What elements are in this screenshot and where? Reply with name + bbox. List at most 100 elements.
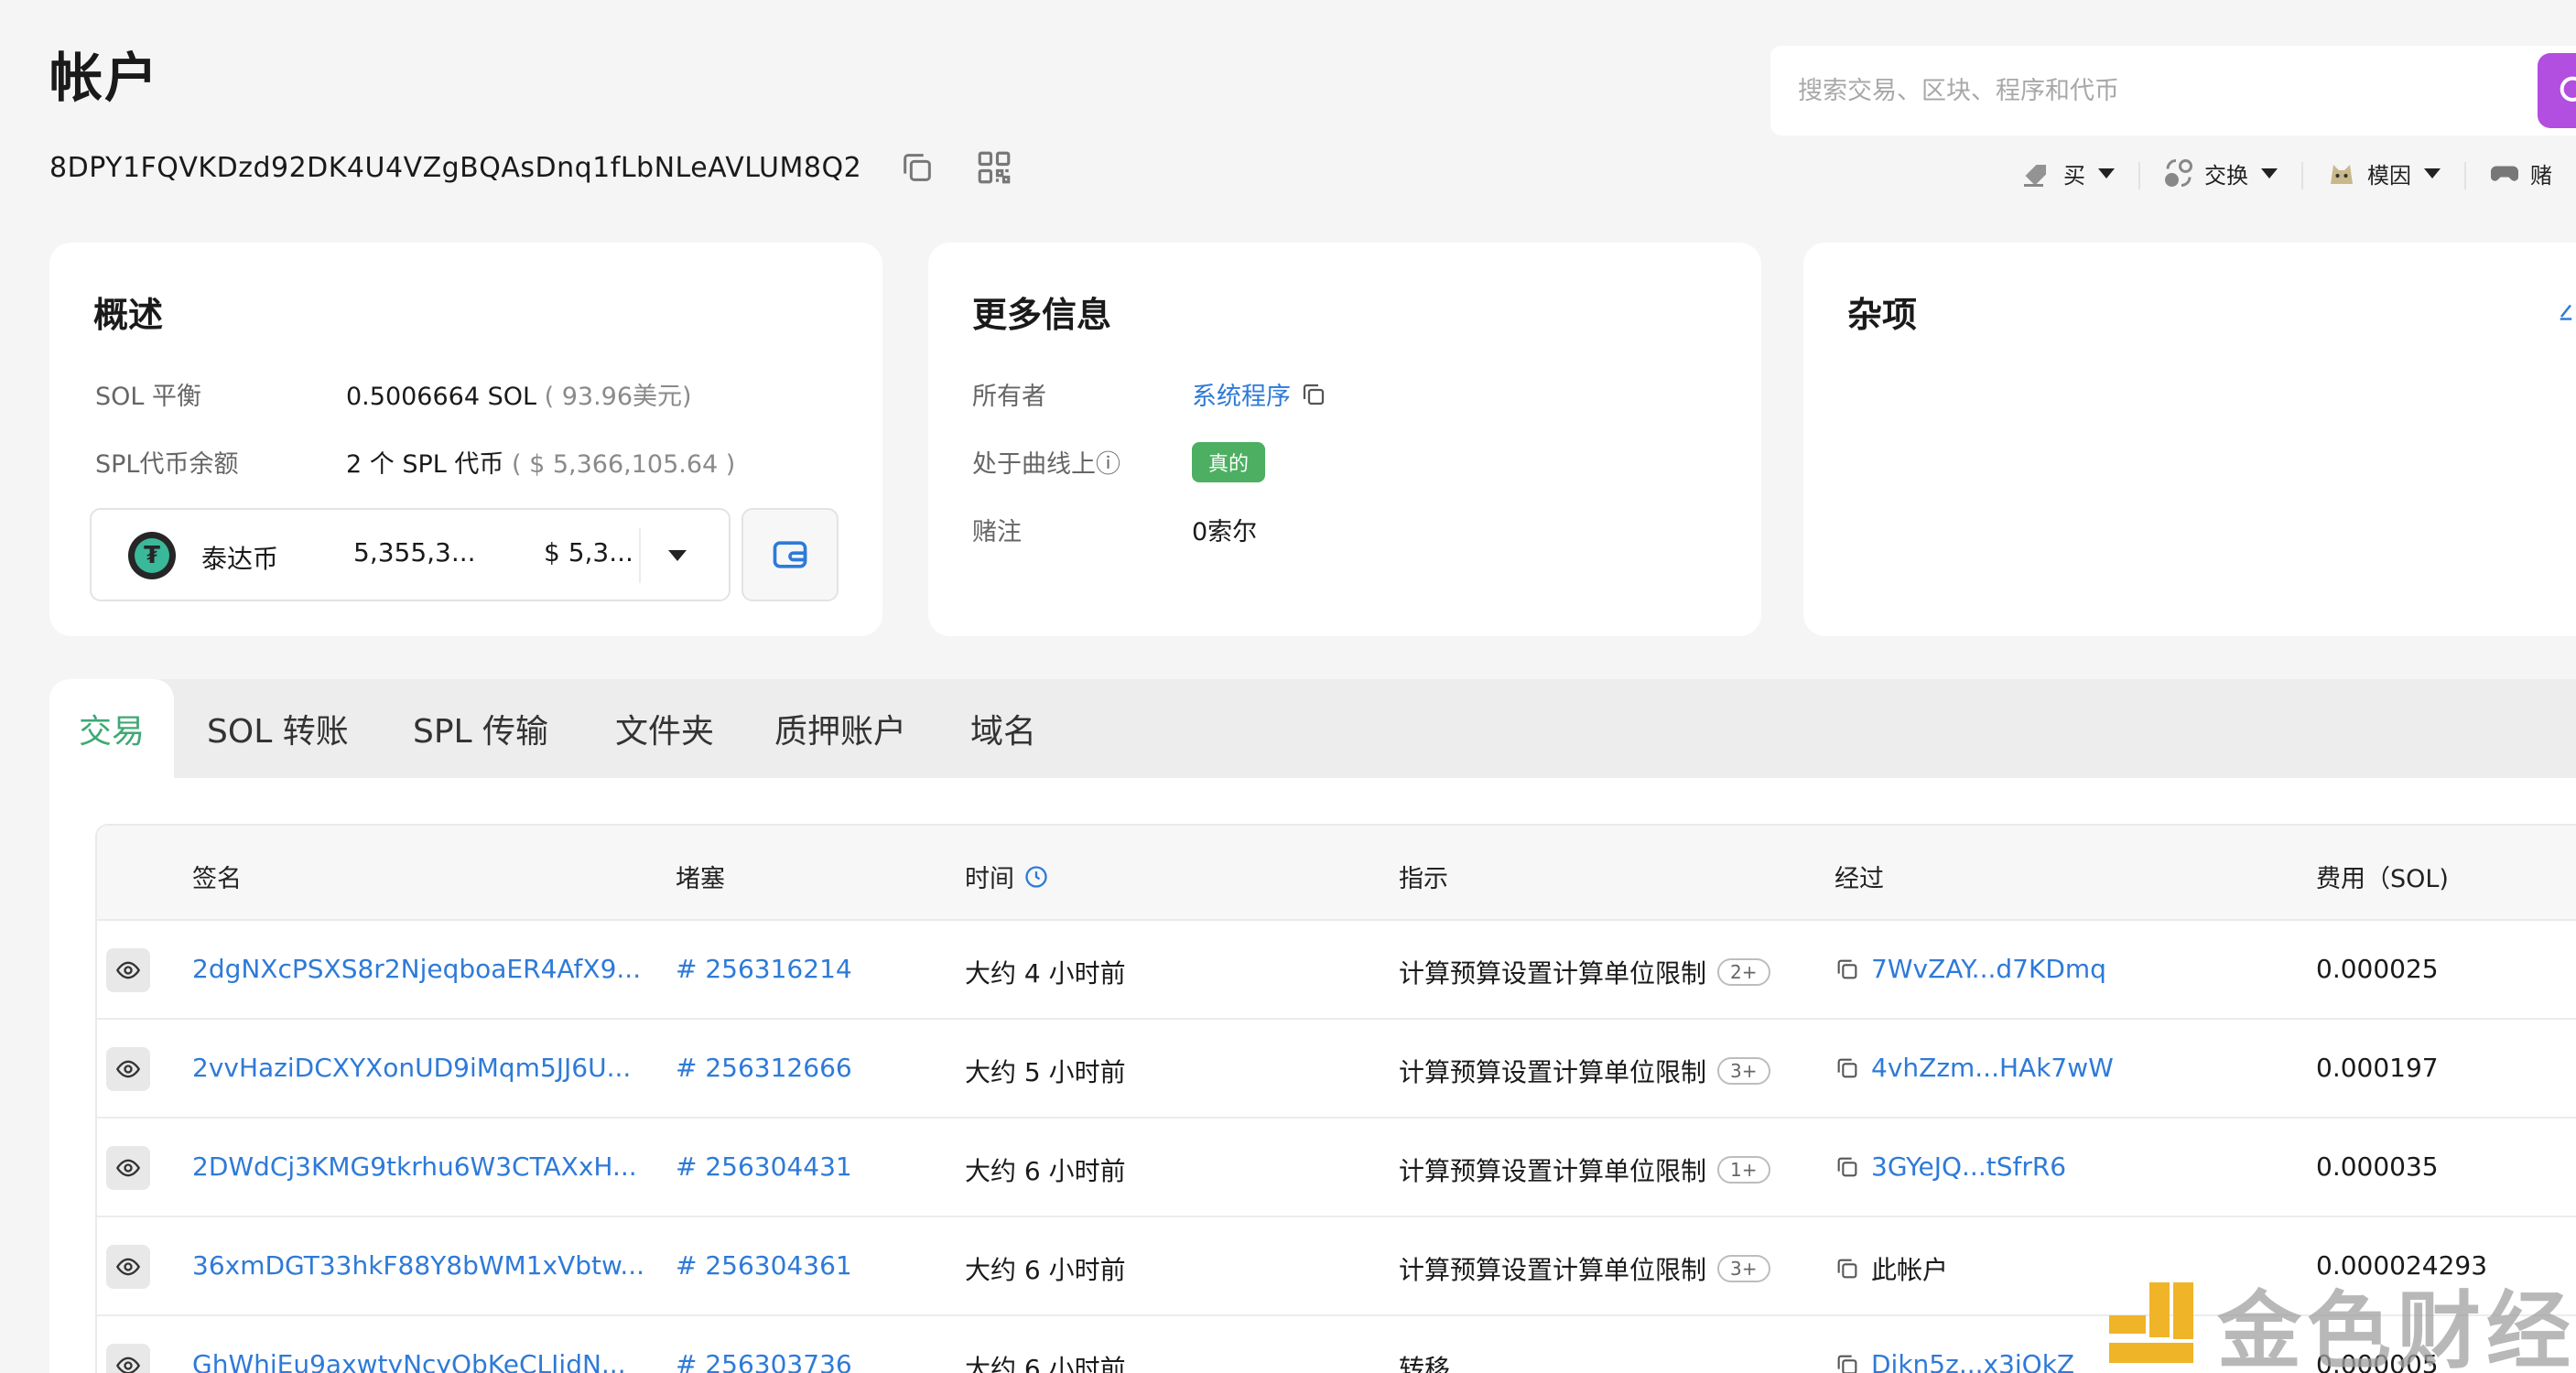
view-details-button[interactable]: [106, 1245, 150, 1289]
sol-balance-value: 0.5006664 SOL ( 93.96美元): [346, 376, 692, 412]
instruction-label: 计算预算设置计算单位限制: [1399, 958, 1707, 989]
nav-buy[interactable]: 买: [2021, 157, 2138, 189]
nav-meme-label: 模因: [2367, 162, 2411, 189]
signature-link[interactable]: 2dgNXcPSXS8r2NjeqboaER4AfX9...: [192, 954, 641, 984]
copy-icon[interactable]: [1835, 1154, 1860, 1180]
tab-stake-accounts[interactable]: 质押账户: [774, 679, 906, 778]
copy-icon[interactable]: [1835, 1256, 1860, 1281]
block-link[interactable]: # 256316214: [676, 954, 852, 984]
edit-icon[interactable]: [2556, 294, 2576, 325]
table-row: 2DWdCj3KMG9tkrhu6W3CTAXxH... # 256304431 大…: [97, 1119, 2576, 1217]
view-details-button[interactable]: [106, 1146, 150, 1190]
header-fee: 费用（SOL): [2316, 865, 2449, 893]
qr-code-icon[interactable]: [973, 146, 1015, 189]
eye-icon: [115, 1254, 141, 1280]
misc-card: 杂项: [1803, 243, 2576, 636]
overview-card: 概述 SOL 平衡 0.5006664 SOL ( 93.96美元) SPL代币…: [49, 243, 882, 636]
time-cell: 大约 6 小时前: [965, 1156, 1126, 1186]
spl-balance-amount: 2 个 SPL 代币: [346, 450, 504, 479]
signature-link[interactable]: GhWhjEu9axwtyNcyQbKeCLJjdN...: [192, 1349, 626, 1373]
by-account[interactable]: 7WvZAY...d7KDmq: [1871, 954, 2106, 984]
wallet-button[interactable]: [741, 508, 839, 601]
time-cell: 大约 5 小时前: [965, 1057, 1126, 1087]
tether-logo-icon: ₮: [128, 532, 176, 579]
copy-icon[interactable]: [1835, 1055, 1860, 1081]
instruction-cell: 转移: [1399, 1349, 1450, 1373]
sol-balance-amount: 0.5006664 SOL: [346, 383, 537, 411]
stake-value: 0索尔: [1192, 518, 1258, 546]
block-link[interactable]: # 256304431: [676, 1151, 852, 1182]
nav-bet[interactable]: 赌: [2464, 157, 2576, 189]
watermark: 金色财经: [2105, 1263, 2576, 1373]
copy-icon[interactable]: [1835, 1352, 1860, 1373]
chevron-down-icon[interactable]: [668, 550, 687, 561]
instruction-count-badge: 3+: [1717, 1057, 1770, 1085]
owner-value: 系统程序: [1192, 383, 1291, 411]
copy-icon[interactable]: [1300, 381, 1327, 408]
tab-sol-transfers[interactable]: SOL 转账: [207, 679, 349, 778]
gamepad-icon: [2488, 157, 2521, 189]
by-account[interactable]: 3GYeJQ...tSfrR6: [1871, 1151, 2066, 1182]
eye-icon: [115, 1056, 141, 1082]
top-nav: 买 交换 模因 赌: [2021, 154, 2576, 192]
header-time-label: 时间: [965, 865, 1014, 893]
fee-cell: 0.000035: [2316, 1151, 2439, 1182]
sol-balance-usd: ( 93.96美元): [544, 383, 692, 411]
instruction-cell: 计算预算设置计算单位限制 2+: [1399, 954, 1770, 990]
nav-swap[interactable]: 交换: [2138, 157, 2301, 189]
misc-title: 杂项: [1847, 295, 1918, 335]
more-info-card: 更多信息 所有者 系统程序 处于曲线上ⓘ 真的 赌注 0索尔: [928, 243, 1761, 636]
search-input[interactable]: [1798, 76, 2475, 105]
spl-balance-value: 2 个 SPL 代币 ( $ 5,366,105.64 ): [346, 444, 735, 480]
watermark-logo-icon: [2105, 1279, 2197, 1370]
block-link[interactable]: # 256303736: [676, 1349, 852, 1373]
on-curve-badge: 真的: [1192, 442, 1266, 482]
signature-link[interactable]: 2vvHaziDCXYXonUD9iMqm5JJ6U...: [192, 1053, 631, 1083]
nav-buy-label: 买: [2063, 162, 2085, 189]
signature-link[interactable]: 36xmDGT33hkF88Y8bWM1xVbtw...: [192, 1250, 644, 1281]
clock-icon[interactable]: [1023, 864, 1049, 890]
divider: [639, 528, 641, 583]
spl-balance-usd: ( $ 5,366,105.64 ): [511, 450, 736, 479]
header-time[interactable]: 时间: [965, 859, 1049, 894]
tab-transactions[interactable]: 交易: [49, 679, 175, 778]
header-signature: 签名: [192, 865, 242, 893]
by-cell: 4vhZzm...HAk7wW: [1835, 1053, 2114, 1083]
more-info-title: 更多信息: [972, 295, 1112, 335]
header-block: 堵塞: [676, 865, 725, 893]
tab-folders[interactable]: 文件夹: [615, 679, 714, 778]
nav-bet-label: 赌: [2530, 162, 2552, 189]
block-link[interactable]: # 256312666: [676, 1053, 852, 1083]
tab-spl-transfers[interactable]: SPL 传输: [413, 679, 548, 778]
copy-icon[interactable]: [1835, 957, 1860, 982]
stake-label: 赌注: [972, 518, 1022, 546]
buy-icon: [2021, 157, 2054, 189]
eye-icon: [115, 957, 141, 983]
signature-link[interactable]: 2DWdCj3KMG9tkrhu6W3CTAXxH...: [192, 1151, 637, 1182]
view-details-button[interactable]: [106, 1344, 150, 1373]
instruction-count-badge: 3+: [1717, 1255, 1770, 1282]
nav-meme[interactable]: 模因: [2301, 157, 2464, 189]
header-instruction: 指示: [1399, 865, 1448, 893]
fee-cell: 0.000197: [2316, 1053, 2439, 1083]
owner-link[interactable]: 系统程序: [1192, 376, 1327, 412]
eye-icon: [115, 1155, 141, 1181]
search-button[interactable]: [2538, 53, 2576, 128]
chevron-down-icon: [2424, 168, 2441, 178]
tab-domains[interactable]: 域名: [970, 679, 1036, 778]
instruction-label: 计算预算设置计算单位限制: [1399, 1057, 1707, 1087]
view-details-button[interactable]: [106, 948, 150, 992]
instruction-cell: 计算预算设置计算单位限制 3+: [1399, 1250, 1770, 1287]
swap-icon: [2162, 157, 2195, 189]
on-curve-label: 处于曲线上ⓘ: [972, 450, 1120, 479]
by-account[interactable]: Djkn5z...x3jQkZ: [1871, 1349, 2074, 1373]
by-account[interactable]: 4vhZzm...HAk7wW: [1871, 1053, 2114, 1083]
time-cell: 大约 6 小时前: [965, 1354, 1126, 1373]
eye-icon: [115, 1353, 141, 1373]
instruction-cell: 计算预算设置计算单位限制 3+: [1399, 1053, 1770, 1089]
copy-icon[interactable]: [896, 146, 938, 189]
view-details-button[interactable]: [106, 1047, 150, 1091]
watermark-text: 金色财经: [2217, 1282, 2576, 1373]
block-link[interactable]: # 256304361: [676, 1250, 852, 1281]
token-selector[interactable]: ₮ 泰达币 5,355,3... $ 5,3...: [90, 508, 731, 601]
